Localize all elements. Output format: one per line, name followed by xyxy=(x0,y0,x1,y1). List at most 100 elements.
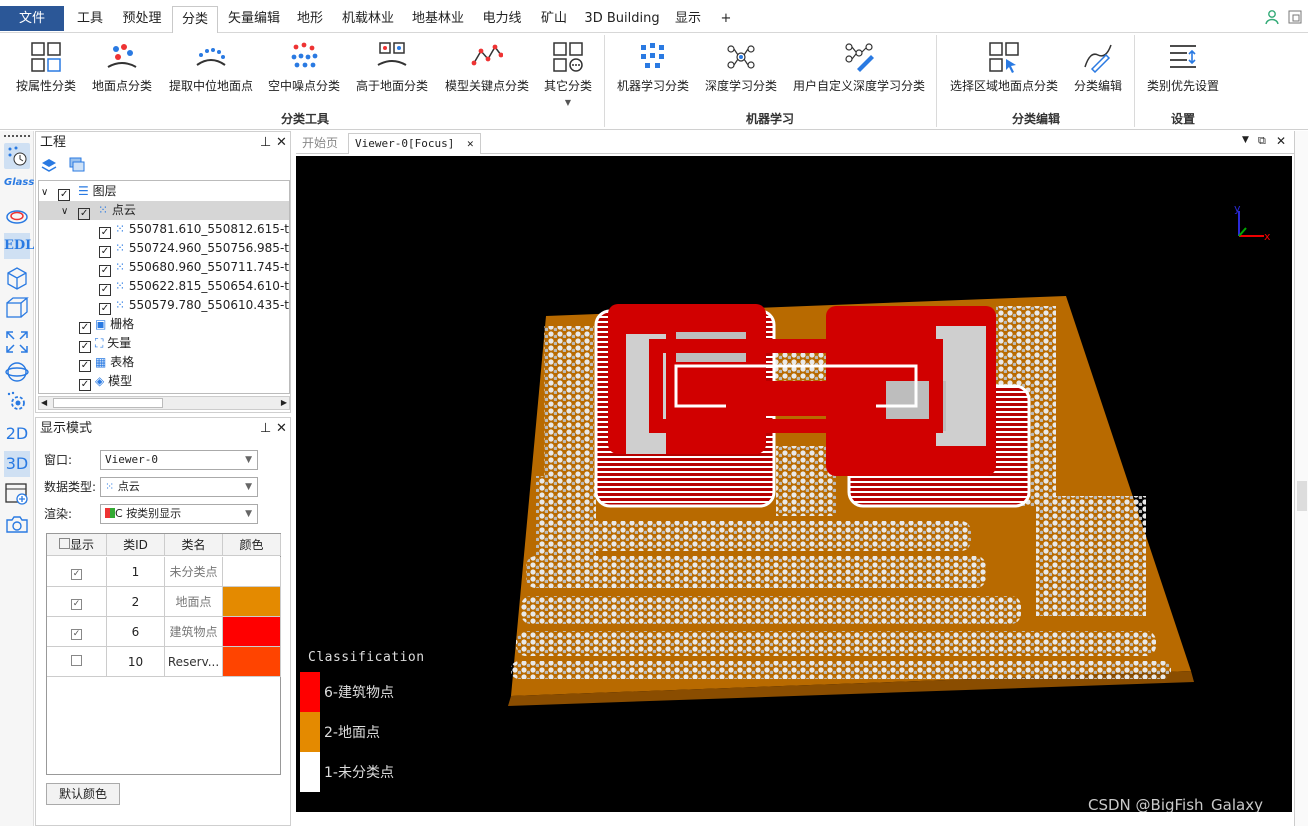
checkbox[interactable]: ✓ xyxy=(79,322,91,334)
model-keypoint-button[interactable]: 模型关键点分类 xyxy=(440,37,534,107)
checkbox[interactable]: ✓ xyxy=(79,360,91,372)
scroll-left-icon[interactable]: ◀ xyxy=(41,397,47,409)
table-header-classname[interactable]: 类名 xyxy=(165,534,223,556)
close-icon[interactable]: ✕ xyxy=(276,418,287,440)
box-view-button[interactable] xyxy=(4,295,30,321)
camera-view-button[interactable] xyxy=(4,511,30,537)
custom-dl-button[interactable]: 用户自定义深度学习分类 xyxy=(790,37,928,107)
default-color-button[interactable]: 默认颜色 xyxy=(46,783,120,805)
render-select[interactable]: C 按类别显示 ▼ xyxy=(100,504,258,524)
tab-viewer-0[interactable]: Viewer-0[Focus] ✕ xyxy=(348,133,481,154)
user-icon[interactable] xyxy=(1265,9,1281,25)
class-color-swatch[interactable] xyxy=(223,587,281,617)
checkbox[interactable]: ✓ xyxy=(71,629,82,640)
3d-viewport[interactable]: x y Classification 6-建筑物点 2-地面点 1-未分类点 C… xyxy=(296,156,1292,812)
scroll-thumb[interactable] xyxy=(53,398,163,408)
close-icon[interactable]: ✕ xyxy=(1276,134,1286,148)
other-classify-button[interactable]: 其它分类 ▼ xyxy=(540,37,596,107)
row-checkbox[interactable] xyxy=(47,647,107,677)
checkbox[interactable] xyxy=(58,538,70,549)
menu-terrain[interactable]: 地形 xyxy=(290,6,330,33)
checkbox[interactable]: ✓ xyxy=(99,303,111,315)
dropdown-icon[interactable]: ▼ xyxy=(1242,135,1249,145)
rotate-button[interactable] xyxy=(4,359,30,385)
tree-file-item[interactable]: ✓ ⁙ 550622.815_550654.610-tr xyxy=(99,277,289,296)
air-noise-button[interactable]: 空中噪点分类 xyxy=(264,37,344,107)
checkbox[interactable]: ✓ xyxy=(58,189,71,201)
right-scrollbar[interactable] xyxy=(1297,481,1307,511)
checkbox[interactable]: ✓ xyxy=(79,341,91,353)
chevron-down-icon[interactable]: ∨ xyxy=(61,206,68,217)
close-icon[interactable]: ✕ xyxy=(276,132,287,154)
pin-icon[interactable]: ⊥ xyxy=(260,418,271,440)
region-ground-button[interactable]: 选择区域地面点分类 xyxy=(946,37,1062,107)
menu-mine[interactable]: 矿山 xyxy=(534,6,574,33)
pointcloud-view-button[interactable] xyxy=(4,143,30,169)
glass-button[interactable]: Glass xyxy=(4,177,34,193)
layers-icon[interactable] xyxy=(40,156,58,174)
close-icon[interactable]: ✕ xyxy=(467,137,474,150)
attribute-classify-button[interactable]: 按属性分类 xyxy=(10,37,82,107)
table-header-color[interactable]: 颜色 xyxy=(223,534,281,556)
point-cloud-render[interactable]: x y xyxy=(296,156,1292,812)
checkbox[interactable] xyxy=(71,655,82,666)
cube-view-button[interactable] xyxy=(4,265,30,291)
tree-root[interactable]: ∨ ✓ ☰ 图层 xyxy=(41,182,117,201)
window-restore-icon[interactable] xyxy=(1287,9,1303,25)
window-select[interactable]: Viewer-0 ▼ xyxy=(100,450,258,470)
stack-icon[interactable] xyxy=(68,156,86,174)
pin-icon[interactable]: ⊥ xyxy=(260,132,271,154)
checkbox[interactable]: ✓ xyxy=(71,569,82,580)
class-color-swatch[interactable] xyxy=(223,557,281,587)
above-ground-button[interactable]: 高于地面分类 xyxy=(352,37,432,107)
tree-pointcloud[interactable]: ∨ ✓ ⁙ 点云 xyxy=(39,201,289,220)
tree-table[interactable]: ✓ ▦ 表格 xyxy=(79,353,134,372)
row-checkbox[interactable]: ✓ xyxy=(47,557,107,587)
tree-file-item[interactable]: ✓ ⁙ 550781.610_550812.615-tr xyxy=(99,220,289,239)
menu-vector-edit[interactable]: 矢量编辑 xyxy=(222,6,286,33)
fullscreen-button[interactable] xyxy=(4,329,30,355)
checkbox[interactable]: ✓ xyxy=(99,246,111,258)
tab-start-page[interactable]: 开始页 xyxy=(296,133,344,154)
checkbox[interactable]: ✓ xyxy=(78,208,91,220)
row-checkbox[interactable]: ✓ xyxy=(47,587,107,617)
checkbox[interactable]: ✓ xyxy=(99,227,111,239)
menu-3d-building[interactable]: 3D Building xyxy=(580,6,664,33)
menu-display[interactable]: 显示 xyxy=(668,6,708,33)
table-header-classid[interactable]: 类ID xyxy=(107,534,165,556)
classify-edit-button[interactable]: 分类编辑 xyxy=(1068,37,1128,107)
tree-file-item[interactable]: ✓ ⁙ 550680.960_550711.745-tr xyxy=(99,258,289,277)
row-checkbox[interactable]: ✓ xyxy=(47,617,107,647)
view-2d-button[interactable]: 2D xyxy=(4,421,30,447)
tree-file-item[interactable]: ✓ ⁙ 550579.780_550610.435-tr xyxy=(99,296,289,315)
table-header-show[interactable]: 显示 xyxy=(47,534,107,556)
add-viewer-button[interactable] xyxy=(4,481,30,507)
tree-raster[interactable]: ✓ ▣ 栅格 xyxy=(79,315,134,334)
menu-ground-forestry[interactable]: 地基林业 xyxy=(406,6,470,33)
class-priority-button[interactable]: 类别优先设置 xyxy=(1142,37,1224,107)
chevron-down-icon[interactable]: ▼ xyxy=(540,98,596,107)
contour-button[interactable] xyxy=(4,203,30,229)
menu-file[interactable]: 文件 xyxy=(0,6,64,31)
horizontal-scrollbar[interactable]: ◀ ▶ xyxy=(38,396,290,410)
tree-file-item[interactable]: ✓ ⁙ 550724.960_550756.985-tr xyxy=(99,239,289,258)
checkbox[interactable]: ✓ xyxy=(99,265,111,277)
menu-add-tab[interactable]: + xyxy=(714,6,738,33)
chevron-down-icon[interactable]: ∨ xyxy=(41,187,48,198)
menu-classify[interactable]: 分类 xyxy=(172,6,218,34)
ground-classify-button[interactable]: 地面点分类 xyxy=(88,37,156,107)
scroll-right-icon[interactable]: ▶ xyxy=(281,397,287,409)
checkbox[interactable]: ✓ xyxy=(99,284,111,296)
datatype-select[interactable]: ⁙ 点云 ▼ xyxy=(100,477,258,497)
dl-classify-button[interactable]: 深度学习分类 xyxy=(700,37,782,107)
median-ground-button[interactable]: 提取中位地面点 xyxy=(164,37,258,107)
menu-preprocess[interactable]: 预处理 xyxy=(116,6,168,33)
settings-view-button[interactable] xyxy=(4,389,30,415)
checkbox[interactable]: ✓ xyxy=(71,599,82,610)
menu-airborne-forestry[interactable]: 机载林业 xyxy=(336,6,400,33)
class-color-swatch[interactable] xyxy=(223,647,281,677)
class-color-swatch[interactable] xyxy=(223,617,281,647)
tree-model[interactable]: ✓ ◈ 模型 xyxy=(79,372,132,391)
edl-button[interactable]: EDL xyxy=(4,233,34,259)
ml-classify-button[interactable]: 机器学习分类 xyxy=(612,37,694,107)
